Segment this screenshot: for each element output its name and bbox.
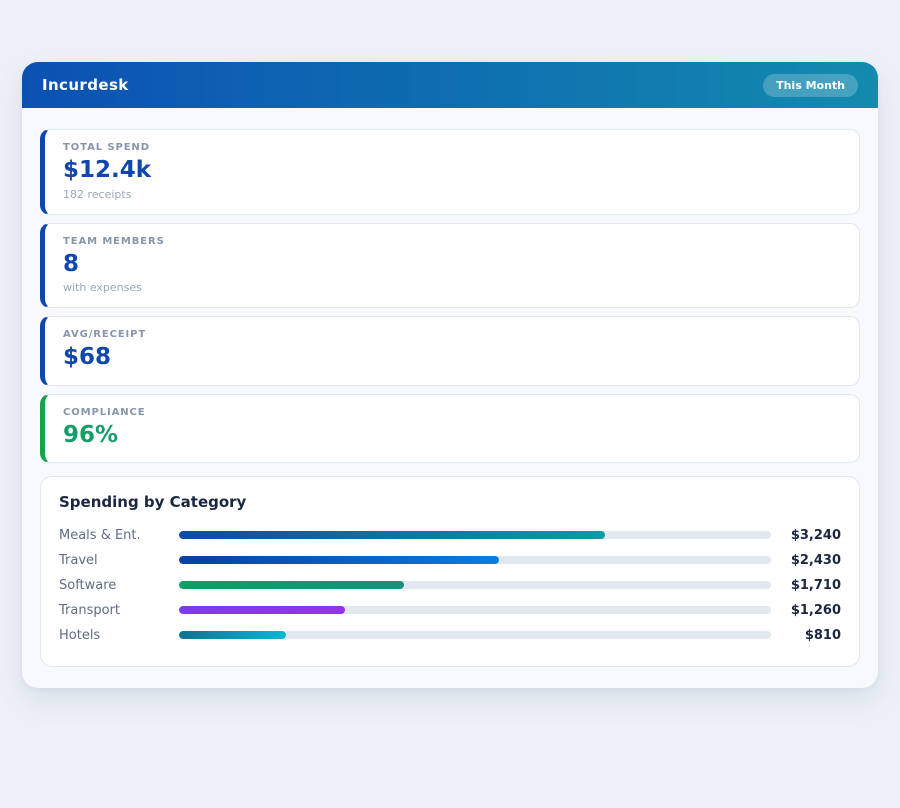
bar-value: $3,240 (771, 528, 841, 543)
stat-value: 8 (63, 251, 841, 279)
stat-card: COMPLIANCE 96% (40, 394, 860, 464)
stat-label: COMPLIANCE (63, 407, 841, 418)
bar-row: Hotels $810 (59, 626, 841, 644)
app-title: Incurdesk (42, 76, 129, 94)
bar-track (179, 581, 771, 589)
bar-fill (179, 581, 404, 589)
stat-label: TEAM MEMBERS (63, 236, 841, 247)
dashboard-card: Incurdesk This Month TOTAL SPEND $12.4k … (22, 62, 878, 688)
stats-list: TOTAL SPEND $12.4k 182 receipts TEAM MEM… (40, 129, 860, 463)
stat-sub: with expenses (63, 281, 841, 294)
dashboard-content: TOTAL SPEND $12.4k 182 receipts TEAM MEM… (22, 108, 878, 688)
bar-category: Travel (59, 553, 179, 568)
bar-track (179, 606, 771, 614)
bar-value: $1,260 (771, 603, 841, 618)
bar-track (179, 531, 771, 539)
bar-row: Software $1,710 (59, 576, 841, 594)
bar-category: Hotels (59, 628, 179, 643)
bar-value: $810 (771, 628, 841, 643)
bar-category: Transport (59, 603, 179, 618)
bar-track (179, 556, 771, 564)
app-header: Incurdesk This Month (22, 62, 878, 108)
stat-sub: 182 receipts (63, 188, 841, 201)
bar-category: Software (59, 578, 179, 593)
bar-row: Travel $2,430 (59, 551, 841, 569)
stat-label: TOTAL SPEND (63, 142, 841, 153)
chart-title: Spending by Category (59, 493, 841, 511)
bar-value: $1,710 (771, 578, 841, 593)
period-badge[interactable]: This Month (763, 74, 858, 97)
spending-chart-panel: Spending by Category Meals & Ent. $3,240… (40, 476, 860, 667)
bar-row: Transport $1,260 (59, 601, 841, 619)
bar-fill (179, 631, 286, 639)
bar-fill (179, 606, 345, 614)
stat-value: $12.4k (63, 157, 841, 185)
chart-rows: Meals & Ent. $3,240 Travel $2,430 Softwa… (59, 526, 841, 644)
bar-value: $2,430 (771, 553, 841, 568)
stat-value: 96% (63, 422, 841, 450)
bar-category: Meals & Ent. (59, 528, 179, 543)
bar-fill (179, 531, 605, 539)
stat-card: AVG/RECEIPT $68 (40, 316, 860, 386)
bar-track (179, 631, 771, 639)
stat-card: TOTAL SPEND $12.4k 182 receipts (40, 129, 860, 215)
bar-fill (179, 556, 499, 564)
stat-value: $68 (63, 344, 841, 372)
stat-label: AVG/RECEIPT (63, 329, 841, 340)
bar-row: Meals & Ent. $3,240 (59, 526, 841, 544)
stat-card: TEAM MEMBERS 8 with expenses (40, 223, 860, 309)
